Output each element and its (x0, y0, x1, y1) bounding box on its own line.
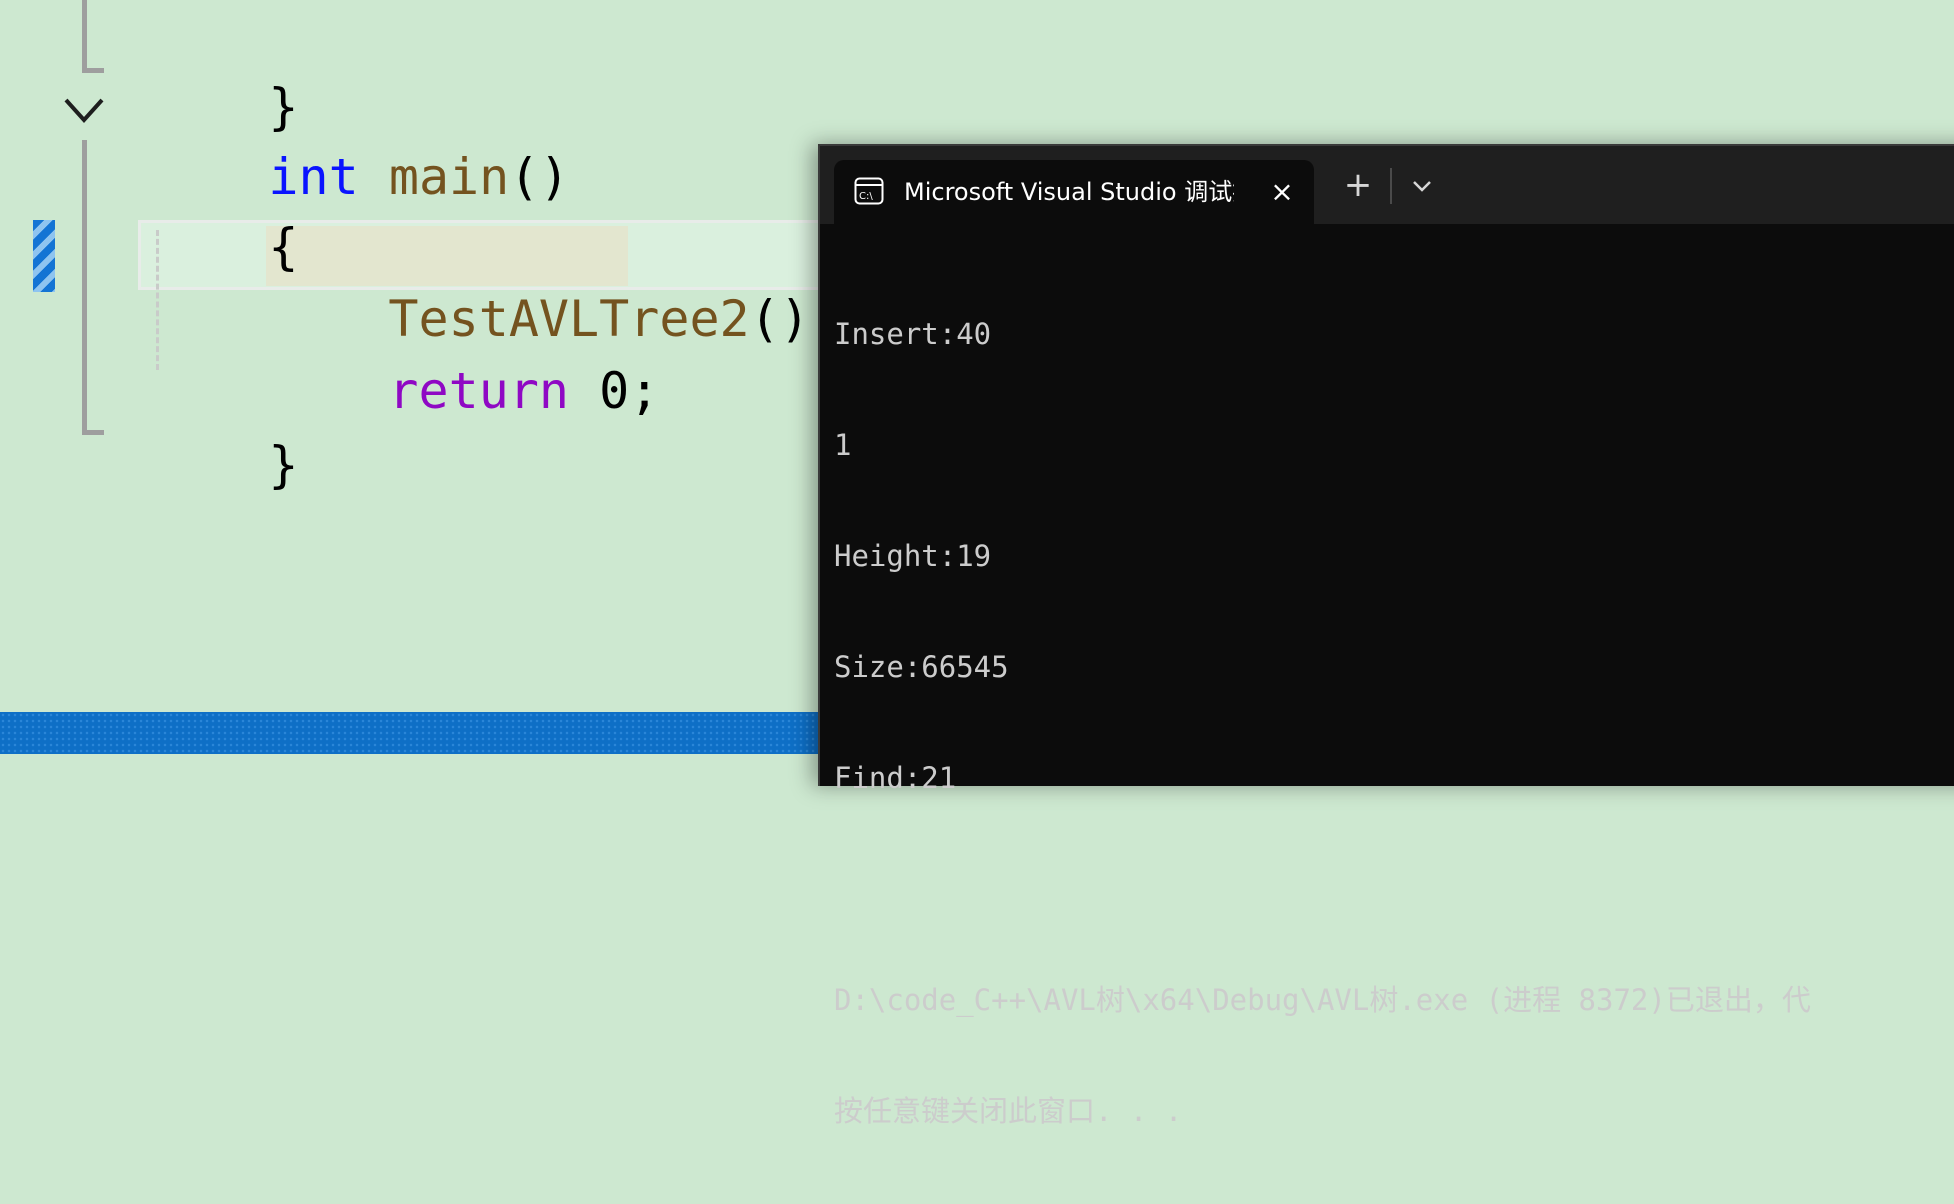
code-line: TestAVLTree2(); (268, 220, 840, 348)
code-line: { (148, 148, 298, 276)
function-name-main: main (388, 148, 510, 206)
fold-guide-end (82, 430, 104, 435)
fold-guide-end (82, 68, 104, 73)
keyword-return: return (388, 362, 570, 420)
close-icon[interactable]: × (1268, 178, 1296, 206)
console-line: Size:66545 (834, 650, 1009, 684)
parens: () (509, 148, 570, 206)
console-line: D:\code_C++\AVL树\x64\Debug\AVL树.exe (进程 … (834, 983, 1811, 1017)
code-line: return 0; (268, 292, 659, 420)
chevron-down-icon[interactable] (62, 90, 106, 130)
console-window[interactable]: C:\ Microsoft Visual Studio 调试控 × + Inse… (818, 144, 1954, 1128)
change-marker (33, 220, 55, 292)
active-tab[interactable]: C:\ Microsoft Visual Studio 调试控 × (834, 160, 1314, 224)
tab-divider (1390, 168, 1392, 204)
console-line: 按任意键关闭此窗口. . . (834, 1094, 1183, 1128)
tab-title: Microsoft Visual Studio 调试控 (904, 178, 1234, 206)
code-line: } (148, 8, 298, 136)
new-tab-button[interactable]: + (1338, 166, 1378, 206)
code-line: } (148, 366, 298, 494)
fold-guide-line (82, 0, 87, 72)
code-line: int main() (148, 78, 569, 206)
svg-text:C:\: C:\ (859, 191, 873, 202)
closing-brace: } (268, 436, 299, 494)
console-line: Find:21 (834, 761, 957, 795)
console-line: Insert:40 (834, 317, 992, 351)
tab-strip: C:\ Microsoft Visual Studio 调试控 × + (820, 146, 1954, 224)
console-output: Insert:40 1 Height:19 Size:66545 Find:21… (834, 242, 1954, 1204)
console-icon: C:\ (854, 177, 884, 205)
return-value: 0; (569, 362, 660, 420)
fold-guide-line (82, 140, 87, 434)
console-line: Height:19 (834, 539, 992, 573)
chevron-down-icon[interactable] (1402, 168, 1442, 204)
console-line: 1 (834, 428, 852, 462)
